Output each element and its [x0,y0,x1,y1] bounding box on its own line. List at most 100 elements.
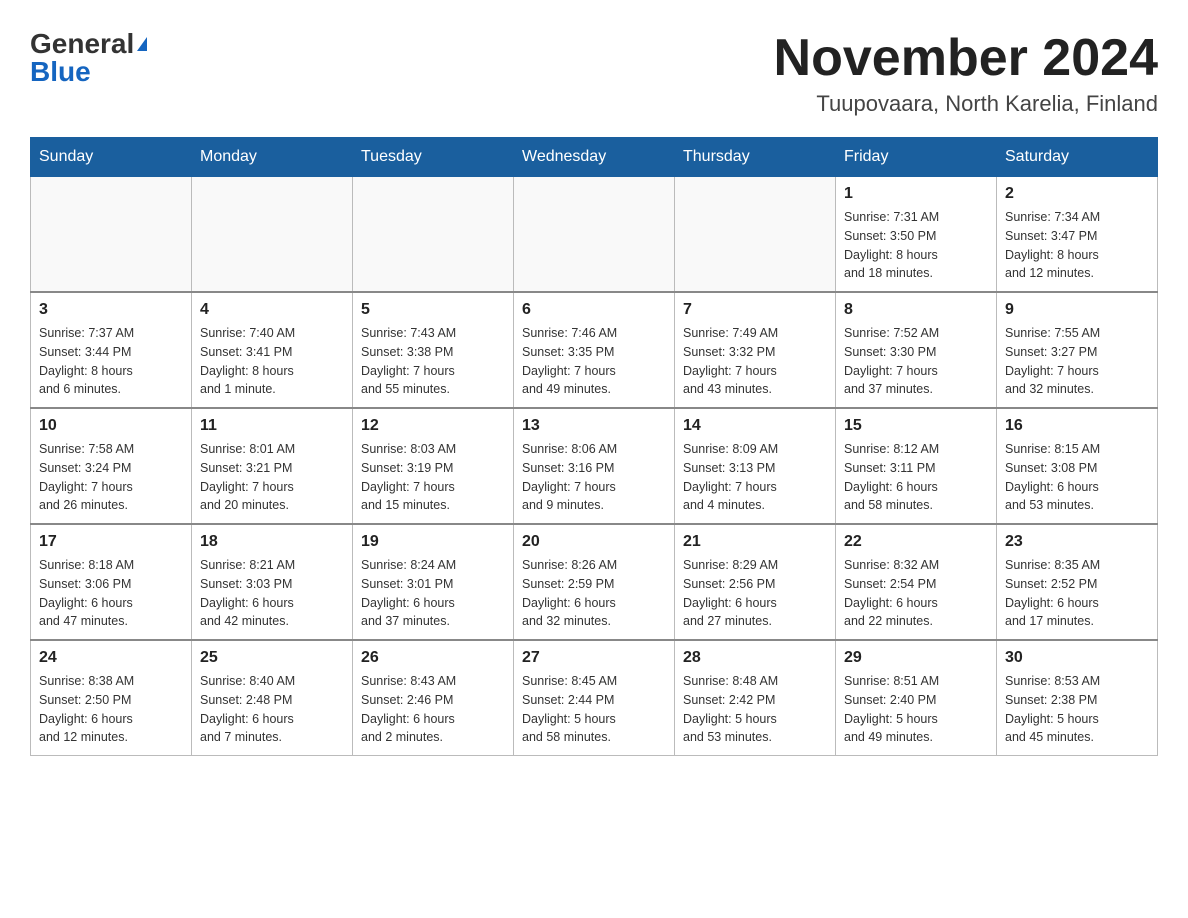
calendar-cell: 11 Sunrise: 8:01 AMSunset: 3:21 PMDayligh… [192,408,353,524]
col-tuesday: Tuesday [353,138,514,177]
col-friday: Friday [836,138,997,177]
calendar-cell: 16 Sunrise: 8:15 AMSunset: 3:08 PMDayligh… [997,408,1158,524]
day-info: Sunrise: 7:49 AMSunset: 3:32 PMDaylight:… [683,324,827,399]
title-section: November 2024 Tuupovaara, North Karelia,… [774,30,1158,117]
day-info: Sunrise: 8:45 AMSunset: 2:44 PMDaylight:… [522,672,666,747]
calendar-cell: 17 Sunrise: 8:18 AMSunset: 3:06 PMDayligh… [31,524,192,640]
day-info: Sunrise: 7:31 AMSunset: 3:50 PMDaylight:… [844,208,988,283]
day-info: Sunrise: 8:29 AMSunset: 2:56 PMDaylight:… [683,556,827,631]
day-info: Sunrise: 8:43 AMSunset: 2:46 PMDaylight:… [361,672,505,747]
calendar-table: Sunday Monday Tuesday Wednesday Thursday… [30,137,1158,756]
day-number: 28 [683,649,827,667]
calendar-cell: 26 Sunrise: 8:43 AMSunset: 2:46 PMDayligh… [353,640,514,756]
day-number: 4 [200,301,344,319]
day-info: Sunrise: 8:24 AMSunset: 3:01 PMDaylight:… [361,556,505,631]
calendar-cell: 4 Sunrise: 7:40 AMSunset: 3:41 PMDaylight… [192,292,353,408]
calendar-cell: 28 Sunrise: 8:48 AMSunset: 2:42 PMDayligh… [675,640,836,756]
calendar-cell: 9Sunrise: 7:55 AMSunset: 3:27 PMDaylight… [997,292,1158,408]
day-number: 12 [361,417,505,435]
day-info: Sunrise: 8:09 AMSunset: 3:13 PMDaylight:… [683,440,827,515]
col-saturday: Saturday [997,138,1158,177]
day-number: 15 [844,417,988,435]
day-info: Sunrise: 7:58 AMSunset: 3:24 PMDaylight:… [39,440,183,515]
day-number: 19 [361,533,505,551]
calendar-cell: 2 Sunrise: 7:34 AMSunset: 3:47 PMDaylight… [997,177,1158,293]
calendar-cell: 18 Sunrise: 8:21 AMSunset: 3:03 PMDayligh… [192,524,353,640]
calendar-cell: 14 Sunrise: 8:09 AMSunset: 3:13 PMDayligh… [675,408,836,524]
calendar-cell [514,177,675,293]
day-info: Sunrise: 7:34 AMSunset: 3:47 PMDaylight:… [1005,208,1149,283]
calendar-cell: 30Sunrise: 8:53 AMSunset: 2:38 PMDayligh… [997,640,1158,756]
day-number: 1 [844,185,988,203]
day-number: 18 [200,533,344,551]
day-number: 5 [361,301,505,319]
day-number: 21 [683,533,827,551]
col-sunday: Sunday [31,138,192,177]
calendar-cell: 25 Sunrise: 8:40 AMSunset: 2:48 PMDayligh… [192,640,353,756]
day-number: 30 [1005,649,1149,667]
page-header: General Blue November 2024 Tuupovaara, N… [30,30,1158,117]
calendar-cell: 5 Sunrise: 7:43 AMSunset: 3:38 PMDaylight… [353,292,514,408]
day-info: Sunrise: 7:40 AMSunset: 3:41 PMDaylight:… [200,324,344,399]
day-info: Sunrise: 8:32 AMSunset: 2:54 PMDaylight:… [844,556,988,631]
day-number: 2 [1005,185,1149,203]
day-number: 29 [844,649,988,667]
calendar-cell: 8Sunrise: 7:52 AMSunset: 3:30 PMDaylight… [836,292,997,408]
day-number: 11 [200,417,344,435]
day-number: 17 [39,533,183,551]
logo-triangle-icon [137,37,147,51]
day-number: 26 [361,649,505,667]
day-info: Sunrise: 8:38 AMSunset: 2:50 PMDaylight:… [39,672,183,747]
day-info: Sunrise: 8:40 AMSunset: 2:48 PMDaylight:… [200,672,344,747]
day-number: 10 [39,417,183,435]
day-number: 6 [522,301,666,319]
day-info: Sunrise: 8:01 AMSunset: 3:21 PMDaylight:… [200,440,344,515]
col-thursday: Thursday [675,138,836,177]
week-row-4: 17 Sunrise: 8:18 AMSunset: 3:06 PMDayligh… [31,524,1158,640]
calendar-cell: 24Sunrise: 8:38 AMSunset: 2:50 PMDayligh… [31,640,192,756]
day-info: Sunrise: 7:52 AMSunset: 3:30 PMDaylight:… [844,324,988,399]
day-number: 13 [522,417,666,435]
month-title: November 2024 [774,30,1158,87]
logo: General Blue [30,30,147,86]
day-info: Sunrise: 8:21 AMSunset: 3:03 PMDaylight:… [200,556,344,631]
day-info: Sunrise: 7:43 AMSunset: 3:38 PMDaylight:… [361,324,505,399]
calendar-cell: 10 Sunrise: 7:58 AMSunset: 3:24 PMDayligh… [31,408,192,524]
day-number: 25 [200,649,344,667]
day-info: Sunrise: 8:35 AMSunset: 2:52 PMDaylight:… [1005,556,1149,631]
logo-blue-text: Blue [30,58,91,86]
day-info: Sunrise: 8:48 AMSunset: 2:42 PMDaylight:… [683,672,827,747]
calendar-cell: 27 Sunrise: 8:45 AMSunset: 2:44 PMDayligh… [514,640,675,756]
day-info: Sunrise: 7:37 AMSunset: 3:44 PMDaylight:… [39,324,183,399]
day-number: 16 [1005,417,1149,435]
calendar-cell: 22Sunrise: 8:32 AMSunset: 2:54 PMDayligh… [836,524,997,640]
location-title: Tuupovaara, North Karelia, Finland [774,91,1158,117]
calendar-cell [192,177,353,293]
calendar-cell: 21 Sunrise: 8:29 AMSunset: 2:56 PMDayligh… [675,524,836,640]
day-info: Sunrise: 8:15 AMSunset: 3:08 PMDaylight:… [1005,440,1149,515]
week-row-5: 24Sunrise: 8:38 AMSunset: 2:50 PMDayligh… [31,640,1158,756]
calendar-cell: 3 Sunrise: 7:37 AMSunset: 3:44 PMDaylight… [31,292,192,408]
calendar-cell: 19 Sunrise: 8:24 AMSunset: 3:01 PMDayligh… [353,524,514,640]
day-info: Sunrise: 8:51 AMSunset: 2:40 PMDaylight:… [844,672,988,747]
day-number: 27 [522,649,666,667]
calendar-cell: 1 Sunrise: 7:31 AMSunset: 3:50 PMDaylight… [836,177,997,293]
day-info: Sunrise: 8:18 AMSunset: 3:06 PMDaylight:… [39,556,183,631]
day-info: Sunrise: 7:46 AMSunset: 3:35 PMDaylight:… [522,324,666,399]
week-row-1: 1 Sunrise: 7:31 AMSunset: 3:50 PMDaylight… [31,177,1158,293]
calendar-cell: 12Sunrise: 8:03 AMSunset: 3:19 PMDayligh… [353,408,514,524]
day-number: 3 [39,301,183,319]
day-number: 7 [683,301,827,319]
day-number: 14 [683,417,827,435]
calendar-cell [31,177,192,293]
calendar-cell: 23Sunrise: 8:35 AMSunset: 2:52 PMDayligh… [997,524,1158,640]
day-info: Sunrise: 7:55 AMSunset: 3:27 PMDaylight:… [1005,324,1149,399]
col-monday: Monday [192,138,353,177]
calendar-cell: 20 Sunrise: 8:26 AMSunset: 2:59 PMDayligh… [514,524,675,640]
day-info: Sunrise: 8:12 AMSunset: 3:11 PMDaylight:… [844,440,988,515]
calendar-cell: 6 Sunrise: 7:46 AMSunset: 3:35 PMDaylight… [514,292,675,408]
week-row-3: 10 Sunrise: 7:58 AMSunset: 3:24 PMDayligh… [31,408,1158,524]
day-number: 20 [522,533,666,551]
day-info: Sunrise: 8:26 AMSunset: 2:59 PMDaylight:… [522,556,666,631]
logo-general-text: General [30,30,134,58]
